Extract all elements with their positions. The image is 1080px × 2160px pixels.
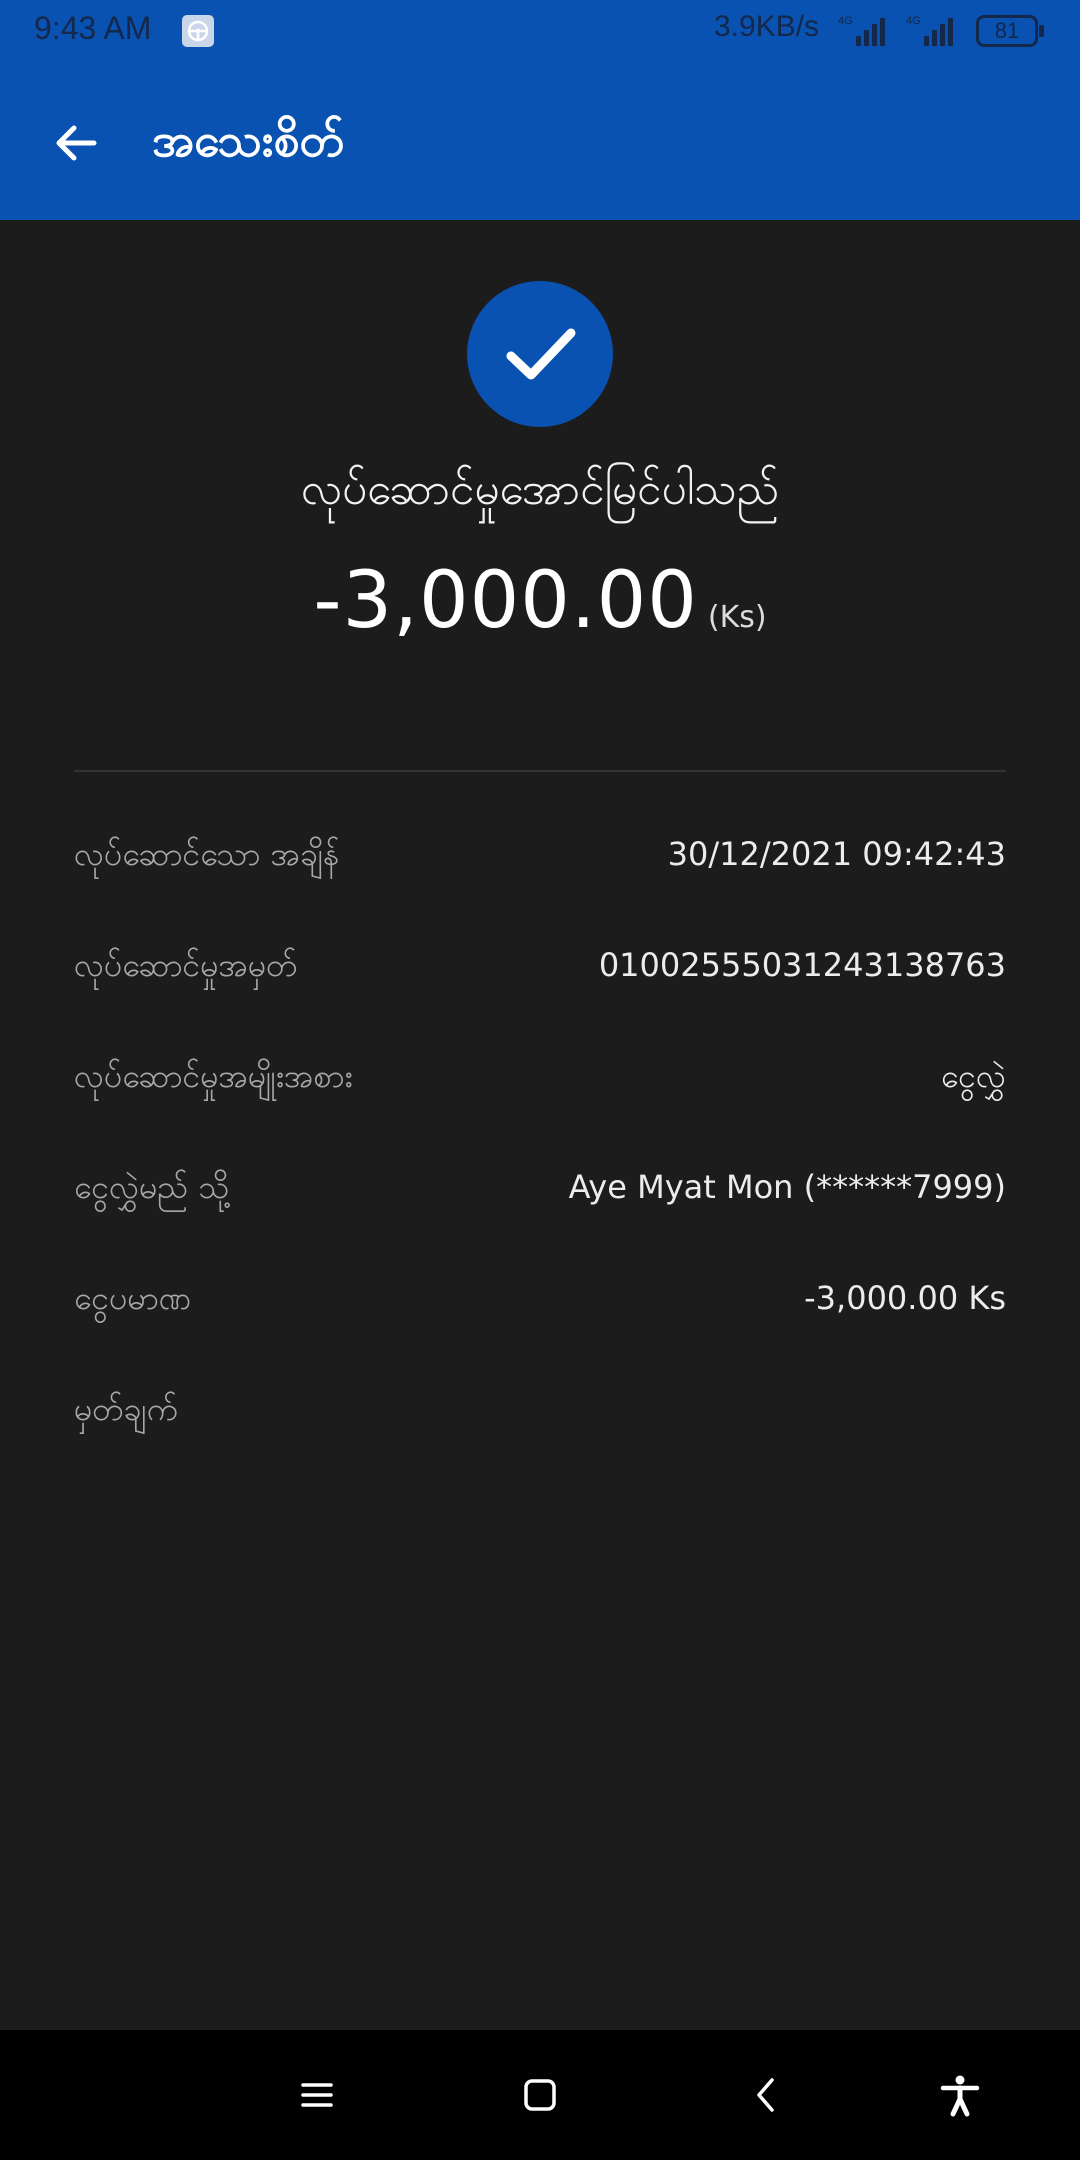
- battery-level: 81: [976, 15, 1038, 47]
- system-nav-bar: [0, 2030, 1080, 2160]
- menu-icon: [301, 2083, 333, 2107]
- status-bar: 9:43 AM 3.9KB/s 4G 4G 81: [0, 0, 1080, 62]
- detail-label: ငွေလွှဲမည် သို့: [74, 1168, 230, 1206]
- detail-value: ငွေလွှဲ: [940, 1057, 1006, 1095]
- home-button[interactable]: [500, 2055, 580, 2135]
- accessibility-icon: [940, 2075, 980, 2117]
- network-speed: 3.9KB/s: [714, 10, 820, 43]
- steering-wheel-icon: [182, 15, 214, 47]
- amount-display: -3,000.00 (Ks): [0, 556, 1080, 646]
- detail-label: မှတ်ချက်: [74, 1390, 178, 1428]
- detail-row-transaction-type: လုပ်ဆောင်မှုအမျိုးအစား ငွေလွှဲ: [74, 1041, 1006, 1111]
- app-bar: အသေးစိတ်: [0, 62, 1080, 220]
- accessibility-button[interactable]: [920, 2055, 1000, 2135]
- home-square-icon: [524, 2079, 556, 2111]
- detail-row-note: မှတ်ချက်: [74, 1374, 1006, 1444]
- battery-icon: 81: [976, 15, 1044, 47]
- amount-value: -3,000.00: [313, 556, 698, 646]
- success-message: လုပ်ဆောင်မှုအောင်မြင်ပါသည်: [300, 464, 780, 515]
- signal-2-label: 4G: [906, 15, 921, 27]
- detail-row-recipient: ငွေလွှဲမည် သို့ Aye Myat Mon (******7999…: [74, 1152, 1006, 1222]
- detail-value[interactable]: 01002555031243138763: [599, 930, 1006, 1000]
- detail-label: လုပ်ဆောင်မှုအမှတ်: [74, 946, 298, 984]
- detail-value: Aye Myat Mon (******7999): [568, 1168, 1006, 1206]
- detail-label: လုပ်ဆောင်မှုအမျိုးအစား: [74, 1057, 353, 1095]
- detail-row-amount: ငွေပမာဏ -3,000.00 Ks: [74, 1263, 1006, 1333]
- signal-strength-icon: 4G: [838, 12, 896, 48]
- back-button[interactable]: [40, 107, 112, 179]
- battery-tip: [1039, 25, 1044, 37]
- detail-row-transaction-time: လုပ်ဆောင်သော အချိန် 30/12/2021 09:42:43: [74, 819, 1006, 889]
- amount-unit: (Ks): [707, 600, 767, 635]
- checkmark-icon: [506, 328, 576, 380]
- page-title: အသေးစိတ်: [152, 113, 345, 167]
- status-time: 9:43 AM: [34, 10, 152, 46]
- success-indicator: [467, 281, 613, 427]
- divider: [74, 770, 1006, 772]
- signal-1-label: 4G: [838, 15, 853, 27]
- chevron-left-icon: [757, 2078, 774, 2112]
- arrow-left-icon: [56, 125, 97, 161]
- signal-strength-icon: 4G: [906, 12, 964, 48]
- detail-row-transaction-id: လုပ်ဆောင်မှုအမှတ် 01002555031243138763: [74, 930, 1006, 1000]
- system-back-button[interactable]: [727, 2055, 807, 2135]
- detail-label: ငွေပမာဏ: [74, 1279, 192, 1317]
- detail-value: -3,000.00 Ks: [804, 1279, 1006, 1317]
- detail-value: 30/12/2021 09:42:43: [667, 835, 1006, 873]
- recents-button[interactable]: [277, 2055, 357, 2135]
- detail-label: လုပ်ဆောင်သော အချိန်: [74, 835, 340, 873]
